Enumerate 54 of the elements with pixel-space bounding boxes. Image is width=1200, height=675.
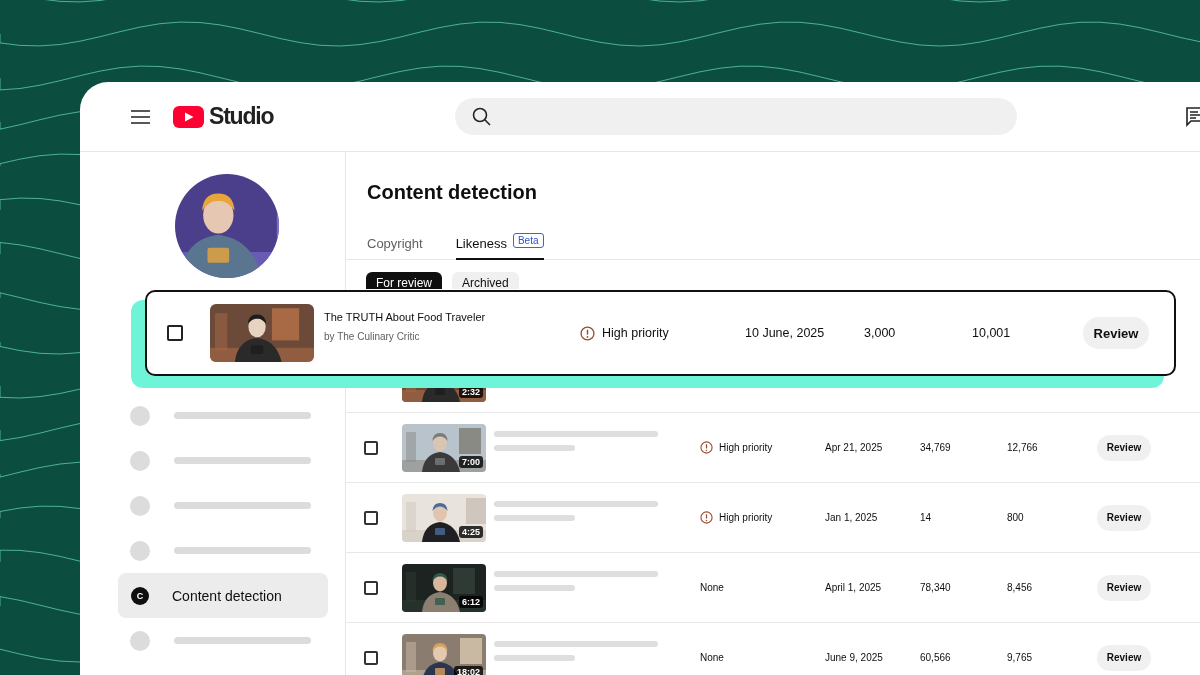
placeholder-dot [130,495,150,516]
search-icon [472,107,491,126]
channel-name: by The Culinary Critic [324,330,421,342]
placeholder-dot [130,450,150,471]
date-text: Apr 21, 2025 [825,442,883,453]
count-text: 10,001 [972,326,1011,340]
count-text: 8,456 [1007,582,1033,593]
feedback-icon[interactable] [1186,106,1200,127]
tab[interactable]: Likeness Beta [455,232,544,260]
letter-icon: C [131,586,149,605]
review-button[interactable]: Review [1097,574,1151,601]
search-field[interactable] [455,98,1017,135]
beta-badge: Beta [512,233,544,248]
priority-label: None [700,652,724,663]
count-text: 12,766 [1007,442,1038,453]
filter-chip[interactable]: Archived [452,272,519,289]
play-logo-icon [173,105,204,128]
count-text: 34,769 [920,442,951,453]
filter-chip[interactable]: For review [366,272,442,289]
menu-icon[interactable] [131,109,150,124]
checkbox[interactable] [364,580,378,595]
video-title: The TRUTH About Food Traveler [324,310,487,323]
placeholder-dot [130,405,150,426]
priority-label: None [700,582,724,593]
review-button[interactable]: Review [1097,644,1151,671]
count-text: 800 [1007,512,1024,523]
count-text: 3,000 [864,326,896,340]
placeholder-dot [130,630,150,651]
count-text: 60,566 [920,652,951,663]
logo-text: Studio [209,103,274,130]
count-text: 14 [920,512,932,523]
date-text: April 1, 2025 [825,582,882,593]
checkbox[interactable] [364,650,378,665]
priority-label: High priority [719,512,773,523]
date-text: Jan 1, 2025 [825,512,878,523]
duration-badge: 18:02 [453,665,483,675]
date-text: 10 June, 2025 [745,326,825,340]
priority-label: High priority [602,326,669,340]
count-text: 78,340 [920,582,951,593]
count-text: 9,765 [1007,652,1033,663]
placeholder-dot [130,540,150,561]
checkbox[interactable] [167,325,183,341]
checkbox[interactable] [364,510,378,525]
date-text: June 9, 2025 [825,652,883,663]
review-button[interactable]: Review [1083,317,1149,349]
tab[interactable]: Copyright [367,232,423,260]
priority-label: High priority [719,442,773,453]
checkbox[interactable] [364,440,378,455]
review-button[interactable]: Review [1097,434,1151,461]
review-button[interactable]: Review [1097,504,1151,531]
highlighted-row-card[interactable]: The TRUTH About Food Traveler by The Culinary Critic High priority 10 June, 2025 3,000 10,001 Review [145,290,1176,376]
page-title: Content detection [367,180,538,204]
sidebar-item[interactable]: C Content detection [118,573,328,618]
sidebar-label: Content detection [172,587,282,604]
